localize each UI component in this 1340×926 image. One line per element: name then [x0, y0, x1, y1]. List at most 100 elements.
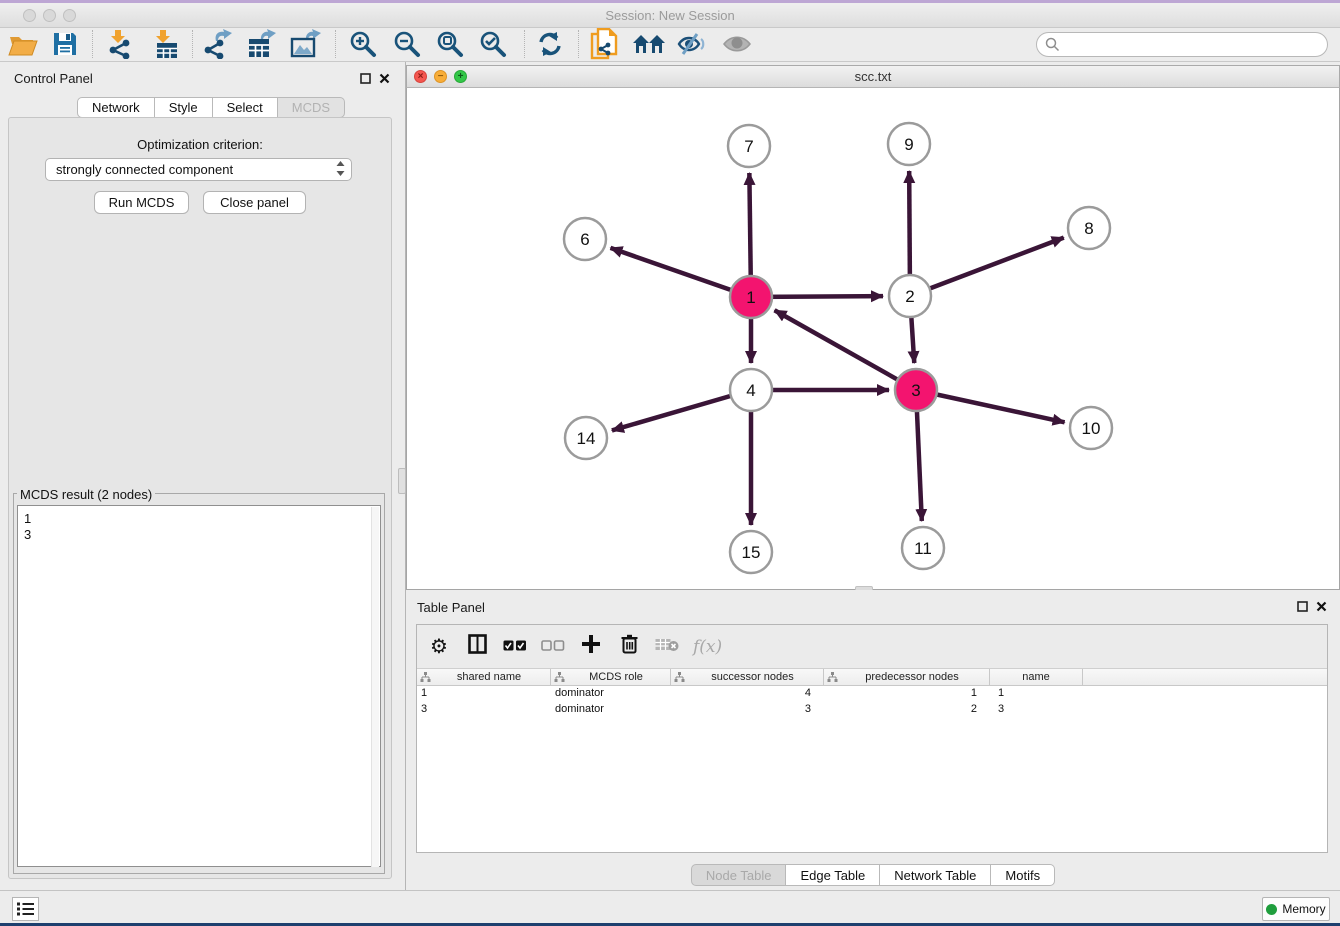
eye-slash-icon	[677, 32, 707, 56]
tab-mcds[interactable]: MCDS	[278, 97, 345, 118]
zoom-fit-icon	[436, 30, 464, 58]
task-history-button[interactable]	[12, 897, 39, 921]
delete-column-icon[interactable]	[617, 634, 641, 659]
criterion-dropdown[interactable]: strongly connected component	[45, 158, 352, 181]
column-header-successor-nodes[interactable]: successor nodes	[671, 669, 824, 685]
zoom-in-icon	[349, 30, 377, 58]
tab-style[interactable]: Style	[155, 97, 213, 118]
column-header-mcds-role[interactable]: MCDS role	[551, 669, 671, 685]
zoom-in-button[interactable]	[345, 27, 381, 61]
close-panel-button[interactable]: Close panel	[203, 191, 306, 214]
import-table-icon	[152, 29, 180, 59]
mcds-result-textarea[interactable]: 1 3	[17, 505, 381, 867]
import-table-button[interactable]	[148, 27, 184, 61]
network-graph: 1234678910111415	[407, 88, 1339, 588]
houses-icon	[632, 32, 666, 56]
export-network-icon	[204, 29, 234, 59]
column-header-predecessor-nodes[interactable]: predecessor nodes	[824, 669, 990, 685]
select-all-icon[interactable]	[503, 638, 527, 656]
network-close-button[interactable]: ×	[414, 70, 427, 83]
edge-3-10[interactable]	[916, 390, 1065, 422]
network-canvas[interactable]: 1234678910111415	[406, 88, 1340, 590]
tab-edge-table[interactable]: Edge Table	[786, 864, 880, 886]
tab-select[interactable]: Select	[213, 97, 278, 118]
export-network-button[interactable]	[201, 27, 237, 61]
zoom-selected-button[interactable]	[475, 27, 511, 61]
search-field[interactable]	[1036, 32, 1328, 57]
column-header-shared-name[interactable]: shared name	[417, 669, 551, 685]
function-builder-icon[interactable]: f(x)	[693, 637, 717, 657]
copy-network-icon	[590, 28, 620, 60]
minimize-window-button[interactable]	[43, 9, 56, 22]
result-scrollbar[interactable]	[371, 507, 379, 867]
edge-3-1[interactable]	[775, 310, 916, 390]
tab-motifs[interactable]: Motifs	[991, 864, 1055, 886]
tab-network[interactable]: Network	[77, 97, 155, 118]
search-icon	[1045, 37, 1060, 52]
criterion-value: strongly connected component	[56, 162, 233, 177]
close-table-panel-icon[interactable]	[1316, 601, 1327, 612]
stepper-arrows-icon	[336, 161, 345, 176]
settings-gear-icon[interactable]: ⚙	[427, 634, 451, 659]
toolbar-separator	[192, 30, 193, 58]
hide-selected-button[interactable]	[674, 27, 710, 61]
save-session-button[interactable]	[47, 27, 83, 61]
import-network-button[interactable]	[103, 27, 139, 61]
node-label-9: 9	[904, 135, 913, 154]
edge-2-8[interactable]	[910, 238, 1064, 296]
float-panel-icon[interactable]	[360, 73, 371, 84]
zoom-out-button[interactable]	[389, 27, 425, 61]
deselect-all-icon[interactable]	[541, 638, 565, 656]
shared-column-icon	[554, 672, 565, 682]
node-label-14: 14	[577, 429, 596, 448]
list-icon	[17, 902, 34, 916]
run-mcds-button[interactable]: Run MCDS	[94, 191, 189, 214]
table-row[interactable]: 1 dominator 4 1 1	[417, 686, 1327, 702]
zoom-out-icon	[393, 30, 421, 58]
vertical-splitter-grip[interactable]	[398, 468, 406, 494]
close-window-button[interactable]	[23, 9, 36, 22]
float-table-panel-icon[interactable]	[1297, 601, 1308, 612]
node-label-10: 10	[1082, 419, 1101, 438]
table-header: shared name MCDS role successor nodes pr…	[417, 669, 1327, 686]
home-layout-button[interactable]	[631, 27, 667, 61]
node-label-2: 2	[905, 287, 914, 306]
delete-table-icon[interactable]	[655, 637, 679, 657]
memory-label: Memory	[1282, 902, 1325, 916]
add-column-icon[interactable]	[579, 635, 603, 658]
zoom-fit-button[interactable]	[432, 27, 468, 61]
table-row[interactable]: 3 dominator 3 2 3	[417, 702, 1327, 718]
toolbar-separator	[578, 30, 579, 58]
toggle-panes-icon[interactable]	[465, 634, 489, 659]
memory-status-dot	[1266, 904, 1277, 915]
table-panel-title: Table Panel	[417, 600, 485, 615]
table-toolbar: ⚙ f(x)	[417, 625, 1327, 669]
export-table-button[interactable]	[244, 27, 280, 61]
control-panel-title: Control Panel	[14, 71, 93, 86]
network-minimize-button[interactable]: −	[434, 70, 447, 83]
tab-network-table[interactable]: Network Table	[880, 864, 991, 886]
node-label-3: 3	[911, 381, 920, 400]
close-panel-icon[interactable]	[379, 73, 390, 84]
tab-node-table[interactable]: Node Table	[691, 864, 787, 886]
column-header-name[interactable]: name	[990, 669, 1083, 685]
edge-1-6[interactable]	[610, 248, 751, 297]
refresh-view-button[interactable]	[532, 27, 568, 61]
window-title: Session: New Session	[0, 3, 1340, 28]
refresh-icon	[536, 31, 564, 57]
network-zoom-button[interactable]: +	[454, 70, 467, 83]
export-table-icon	[247, 29, 277, 59]
node-label-6: 6	[580, 230, 589, 249]
import-network-icon	[107, 29, 135, 59]
table-container: ⚙ f(x) shared name MCDS role	[416, 624, 1328, 853]
toolbar-separator	[335, 30, 336, 58]
save-icon	[52, 31, 78, 57]
zoom-window-button[interactable]	[63, 9, 76, 22]
show-all-button[interactable]	[719, 27, 755, 61]
copy-network-button[interactable]	[587, 27, 623, 61]
export-image-icon	[290, 29, 322, 59]
memory-button[interactable]: Memory	[1262, 897, 1330, 921]
shared-column-icon	[420, 672, 431, 682]
open-session-button[interactable]	[5, 27, 41, 61]
export-image-button[interactable]	[288, 27, 324, 61]
